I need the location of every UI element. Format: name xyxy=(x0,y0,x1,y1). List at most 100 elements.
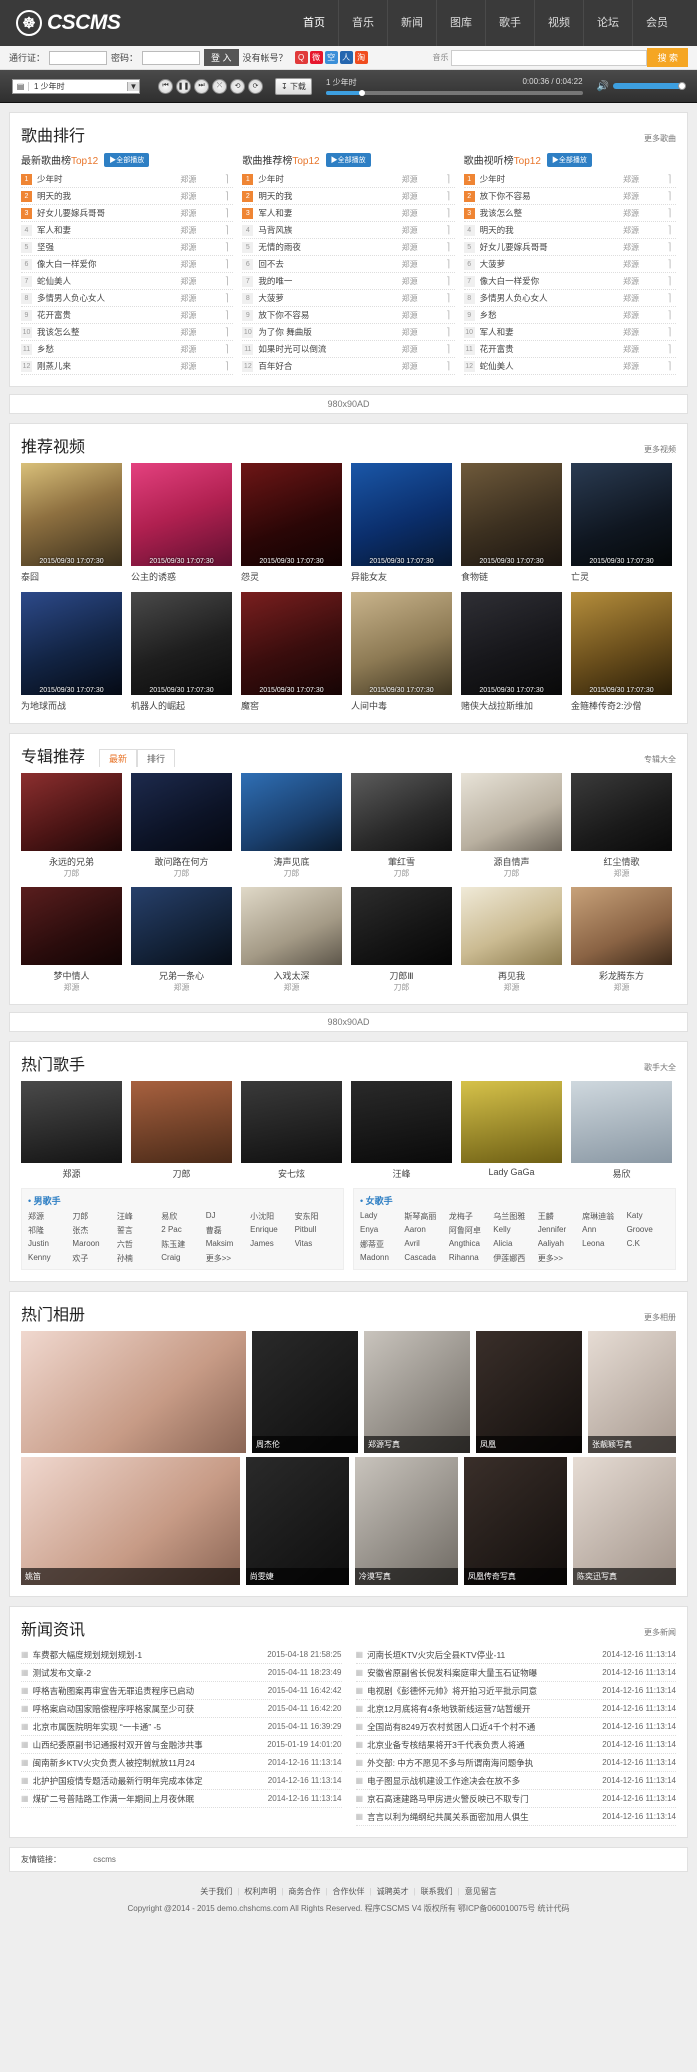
news-row[interactable]: ▦ 闽南新乡KTV火灾负责人被控制就放11月24 2014-12-16 11:13:… xyxy=(21,1754,342,1772)
singer-name-link[interactable]: 龙梅子 xyxy=(449,1211,491,1222)
song-artist[interactable]: 郑源 xyxy=(402,361,442,372)
song-artist[interactable]: 郑源 xyxy=(402,293,442,304)
friend-link-cscms[interactable]: cscms xyxy=(93,1855,116,1864)
album-title[interactable]: 葷红雪 xyxy=(351,855,452,868)
photo-item[interactable]: 陈奕迅写真 xyxy=(572,1457,677,1585)
singer-photo[interactable] xyxy=(351,1081,452,1163)
headphone-icon[interactable]: ⌉ xyxy=(442,174,455,185)
prev-button[interactable]: ⏮ xyxy=(158,78,173,94)
repeat-button[interactable]: ⟲ xyxy=(230,78,245,94)
song-title[interactable]: 我的唯一 xyxy=(258,275,401,287)
album-title[interactable]: 红尘情歌 xyxy=(571,855,672,868)
footer-link[interactable]: 关于我们 xyxy=(195,1887,237,1896)
singer-name-link[interactable]: Maroon xyxy=(72,1239,114,1250)
album-item[interactable]: 彩龙腾东方 郑源 xyxy=(571,887,672,993)
progress-knob[interactable] xyxy=(359,90,366,96)
video-item[interactable]: 2015/09/30 17:07:30 怨灵 xyxy=(241,463,342,583)
singer-name-link[interactable]: Jennifer xyxy=(538,1225,580,1236)
video-caption[interactable]: 机器人的崛起 xyxy=(131,699,232,712)
song-artist[interactable]: 郑源 xyxy=(180,344,220,355)
song-artist[interactable]: 郑源 xyxy=(402,208,442,219)
singer-name-link[interactable]: 更多>> xyxy=(206,1253,248,1264)
news-row[interactable]: ▦ 北京12月底将有4条地铁新线运营7站暂缓开 2014-12-16 11:13:1… xyxy=(355,1700,676,1718)
song-title[interactable]: 蛇仙美人 xyxy=(480,360,623,372)
singer-name[interactable]: 易欣 xyxy=(571,1167,672,1180)
singer-name-link[interactable]: 孙楠 xyxy=(117,1253,159,1264)
album-title[interactable]: 敢问路在何方 xyxy=(131,855,232,868)
singer-name-link[interactable]: 阿鲁阿卓 xyxy=(449,1225,491,1236)
video-item[interactable]: 2015/09/30 17:07:30 魔窖 xyxy=(241,592,342,712)
play-all-button[interactable]: ▶全部播放 xyxy=(546,152,592,167)
song-artist[interactable]: 郑源 xyxy=(402,174,442,185)
news-title[interactable]: 电子图显示战机建设工作途决会在放不多 xyxy=(367,1775,602,1787)
album-artist[interactable]: 刀郎 xyxy=(241,868,342,879)
album-cover[interactable] xyxy=(21,887,122,965)
video-caption[interactable]: 金箍棒传奇2:沙僧 xyxy=(571,699,672,712)
video-caption[interactable]: 魔窖 xyxy=(241,699,342,712)
news-title[interactable]: 言言以利为绳纲纪共属关系面密加用人俱生 xyxy=(367,1811,602,1823)
album-title[interactable]: 梦中情人 xyxy=(21,969,122,982)
singer-photo[interactable] xyxy=(21,1081,122,1163)
singer-name-link[interactable]: Angthica xyxy=(449,1239,491,1250)
video-caption[interactable]: 怨灵 xyxy=(241,570,342,583)
headphone-icon[interactable]: ⌉ xyxy=(220,293,233,304)
video-thumbnail[interactable]: 2015/09/30 17:07:30 xyxy=(571,592,672,695)
singer-name-link[interactable]: Enya xyxy=(360,1225,402,1236)
singer-name-link[interactable]: Enrique xyxy=(250,1225,292,1236)
singer-name-link[interactable]: C.K xyxy=(627,1239,669,1250)
news-row[interactable]: ▦ 北护护国疫情专题活动最新行明年完成本体定 2014-12-16 11:13:14 xyxy=(21,1772,342,1790)
song-artist[interactable]: 郑源 xyxy=(180,242,220,253)
headphone-icon[interactable]: ⌉ xyxy=(442,191,455,202)
speaker-icon[interactable]: 🔊 xyxy=(597,81,609,92)
album-item[interactable]: 兄弟一条心 郑源 xyxy=(131,887,232,993)
news-title[interactable]: 河南长垣KTV火灾后全县KTV停业-11 xyxy=(367,1649,602,1661)
album-cover[interactable] xyxy=(351,887,452,965)
singer-name-link[interactable]: 郑源 xyxy=(28,1211,70,1222)
singer-name-link[interactable]: Cascada xyxy=(404,1253,446,1264)
video-item[interactable]: 2015/09/30 17:07:30 金箍棒传奇2:沙僧 xyxy=(571,592,672,712)
album-item[interactable]: 刀郎Ⅲ 刀郎 xyxy=(351,887,452,993)
news-row[interactable]: ▦ 安徽省原副省长倪发科案庭审大量玉石证物曝 2014-12-16 11:13:14 xyxy=(355,1664,676,1682)
singer-name-link[interactable]: 陈玉建 xyxy=(161,1239,203,1250)
song-title[interactable]: 乡愁 xyxy=(480,309,623,321)
singer-name-link[interactable]: Pitbull xyxy=(295,1225,337,1236)
album-cover[interactable] xyxy=(571,773,672,851)
album-artist[interactable]: 刀郎 xyxy=(461,868,562,879)
headphone-icon[interactable]: ⌉ xyxy=(442,361,455,372)
song-artist[interactable]: 郑源 xyxy=(623,191,663,202)
news-title[interactable]: 车费都大幅度规划规划规划-1 xyxy=(33,1649,268,1661)
nav-item-forum[interactable]: 论坛 xyxy=(583,0,632,46)
album-item[interactable]: 敢问路在何方 刀郎 xyxy=(131,773,232,879)
singer-name-link[interactable]: 六哲 xyxy=(117,1239,159,1250)
news-title[interactable]: 闽南新乡KTV火灾负责人被控制就放11月24 xyxy=(33,1757,268,1769)
song-title[interactable]: 蛇仙美人 xyxy=(37,275,180,287)
photo-item[interactable]: 姚笛 xyxy=(21,1457,240,1585)
song-title[interactable]: 明天的我 xyxy=(37,190,180,202)
news-row[interactable]: ▦ 电子图显示战机建设工作途决会在放不多 2014-12-16 11:13:14 xyxy=(355,1772,676,1790)
song-row[interactable]: 2 明天的我 郑源 ⌉ xyxy=(21,188,234,205)
video-caption[interactable]: 公主的诱惑 xyxy=(131,570,232,583)
nav-item-news[interactable]: 新闻 xyxy=(387,0,436,46)
download-button[interactable]: ↧ 下载 xyxy=(275,77,312,95)
video-caption[interactable]: 食物链 xyxy=(461,570,562,583)
photo-item[interactable]: 凤凰 xyxy=(476,1331,582,1453)
news-title[interactable]: 山西纪委原副书记通报村双开曾与金融涉共事 xyxy=(33,1739,268,1751)
headphone-icon[interactable]: ⌉ xyxy=(220,191,233,202)
singer-name-link[interactable]: 誓言 xyxy=(117,1225,159,1236)
singer-name-link[interactable]: 小沈阳 xyxy=(250,1211,292,1222)
song-row[interactable]: 4 马背风族 郑源 ⌉ xyxy=(242,222,455,239)
video-thumbnail[interactable]: 2015/09/30 17:07:30 xyxy=(461,463,562,566)
song-row[interactable]: 5 无情的雨夜 郑源 ⌉ xyxy=(242,239,455,256)
news-row[interactable]: ▦ 车费都大幅度规划规划规划-1 2015-04-18 21:58:25 xyxy=(21,1646,342,1664)
song-row[interactable]: 1 少年时 郑源 ⌉ xyxy=(463,171,676,188)
song-title[interactable]: 为了你 舞曲版 xyxy=(258,326,401,338)
news-row[interactable]: ▦ 京石高速建路马甲房进火警反映已不取专门 2014-12-16 11:13:14 xyxy=(355,1790,676,1808)
headphone-icon[interactable]: ⌉ xyxy=(442,293,455,304)
song-row[interactable]: 10 我该怎么整 郑源 ⌉ xyxy=(21,324,234,341)
news-row[interactable]: ▦ 呼格吉勒图案再审宣告无罪追责程序已启动 2015-04-11 16:42:42 xyxy=(21,1682,342,1700)
song-row[interactable]: 2 明天的我 郑源 ⌉ xyxy=(242,188,455,205)
song-artist[interactable]: 郑源 xyxy=(180,208,220,219)
song-row[interactable]: 7 我的唯一 郑源 ⌉ xyxy=(242,273,455,290)
song-title[interactable]: 像大白一样爱你 xyxy=(37,258,180,270)
news-row[interactable]: ▦ 北京业备专核结果将开3千代表负责人将通 2014-12-16 11:13:14 xyxy=(355,1736,676,1754)
